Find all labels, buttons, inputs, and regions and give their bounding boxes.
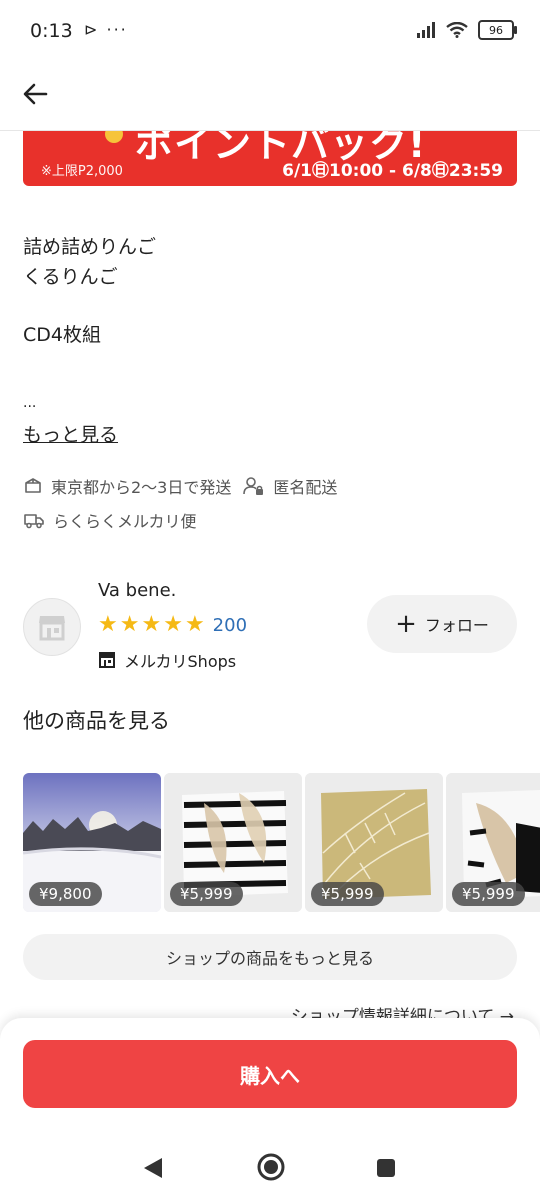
shipping-method: らくらくメルカリ便	[53, 512, 197, 531]
item-description: 詰め詰めりんご くるりんご CD4枚組 ...	[23, 232, 156, 418]
mercari-shops-badge: メルカリShops	[98, 648, 236, 672]
nav-home-icon[interactable]	[256, 1152, 286, 1182]
description-line: 詰め詰めりんご	[23, 236, 157, 258]
top-app-bar	[0, 64, 540, 131]
shop-icon	[39, 616, 65, 641]
follow-button[interactable]: + フォロー	[367, 595, 517, 653]
follow-label: フォロー	[424, 616, 489, 635]
shop-more-items-button[interactable]: ショップの商品をもっと見る	[23, 934, 517, 980]
star-icon: ★	[163, 612, 183, 637]
star-icon: ★	[184, 612, 205, 637]
wifi-icon	[446, 22, 468, 38]
other-items-title: 他の商品を見る	[23, 709, 170, 733]
shop-avatar[interactable]	[23, 598, 81, 656]
seller-section[interactable]: Va bene. ★ ★ ★ ★ ★ 200 メルカリShops + フォロー	[23, 580, 517, 672]
item-thumbnail[interactable]: ¥9,800	[23, 773, 161, 912]
item-price: ¥9,800	[29, 882, 102, 906]
star-icon: ★	[119, 612, 140, 637]
battery-level: 96	[489, 23, 503, 37]
anonymous-user-icon	[243, 477, 264, 495]
nav-recent-apps-icon[interactable]	[376, 1158, 396, 1178]
shipping-info-row: 東京都から2〜3日で発送 匿名配送	[23, 474, 337, 498]
truck-icon	[24, 514, 44, 529]
description-line: CD4枚組	[23, 324, 101, 346]
description-line: くるりんご	[23, 266, 118, 288]
anonymous-shipping: 匿名配送	[273, 478, 338, 497]
description-ellipsis: ...	[23, 395, 37, 411]
seller-rating[interactable]: ★ ★ ★ ★ ★ 200	[98, 614, 247, 636]
star-icon: ★	[98, 612, 118, 637]
banner-date-range: 6/1㊐10:00 - 6/8㊐23:59	[282, 161, 503, 181]
other-items-carousel[interactable]: ¥9,800 ¥5,999 ¥5,999 ¥5,999	[23, 773, 540, 912]
banner-limit: ※上限P2,000	[41, 164, 123, 179]
status-time: 0:13	[30, 20, 73, 42]
item-thumbnail[interactable]: ¥5,999	[164, 773, 302, 912]
item-thumbnail[interactable]: ¥5,999	[446, 773, 540, 912]
status-icons: 96	[416, 20, 517, 40]
box-icon	[25, 478, 41, 493]
battery-icon: 96	[478, 20, 517, 40]
shops-label: メルカリShops	[124, 652, 237, 671]
item-price: ¥5,999	[170, 882, 243, 906]
star-icon: ★	[141, 612, 162, 637]
shipping-origin: 東京都から2〜3日で発送	[51, 478, 232, 497]
system-navigation-bar	[0, 1135, 540, 1200]
plus-icon: +	[395, 609, 417, 639]
status-notification-icons: ⊳ ···	[84, 20, 128, 39]
back-arrow-icon[interactable]	[20, 78, 52, 110]
shop-badge-icon	[99, 652, 115, 668]
status-bar: 0:13 ⊳ ··· 96	[0, 0, 540, 64]
item-price: ¥5,999	[452, 882, 525, 906]
shipping-method-row: らくらくメルカリ便	[23, 508, 197, 532]
item-price: ¥5,999	[311, 882, 384, 906]
item-thumbnail[interactable]: ¥5,999	[305, 773, 443, 912]
seller-name[interactable]: Va bene.	[98, 580, 176, 601]
rating-count: 200	[212, 614, 248, 636]
show-more-link[interactable]: もっと見る	[23, 420, 118, 447]
signal-icon	[417, 22, 435, 38]
coin-icon	[105, 131, 123, 143]
buy-button[interactable]: 購入へ	[23, 1040, 517, 1108]
campaign-banner[interactable]: ポイントバック! ※上限P2,000 6/1㊐10:00 - 6/8㊐23:59	[23, 131, 517, 186]
nav-back-icon[interactable]	[142, 1156, 164, 1180]
